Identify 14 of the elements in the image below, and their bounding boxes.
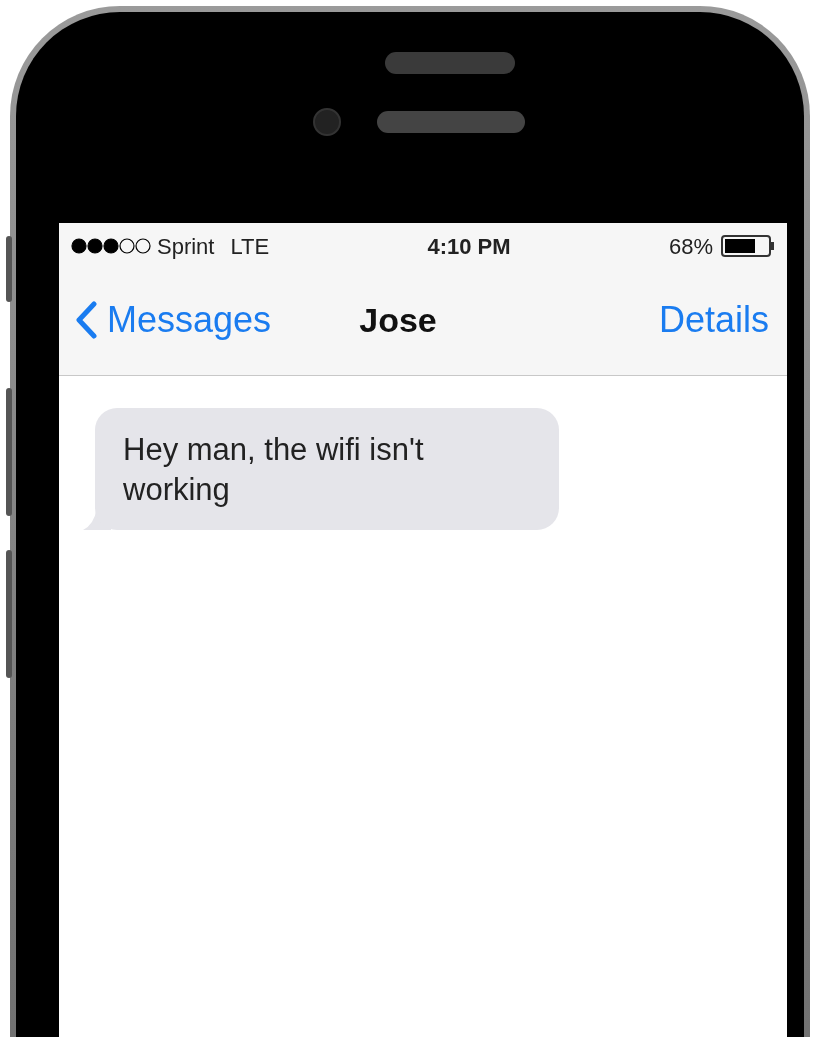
status-time: 4:10 PM	[426, 232, 512, 261]
earpiece-icon	[385, 52, 515, 74]
battery-icon	[721, 235, 775, 257]
details-button[interactable]: Details	[531, 293, 771, 347]
signal-strength-icon	[71, 238, 151, 254]
back-button[interactable]: Messages	[75, 293, 315, 347]
network-type: LTE	[230, 232, 270, 261]
chevron-left-icon	[75, 301, 97, 339]
speaker-icon	[377, 111, 525, 133]
carrier-name: Sprint	[157, 232, 215, 261]
camera-icon	[313, 108, 341, 136]
conversation-title: Jose	[359, 299, 437, 341]
received-message-bubble: Hey man, the wifi isn't working	[95, 408, 559, 530]
battery-percentage: 68%	[668, 232, 713, 261]
